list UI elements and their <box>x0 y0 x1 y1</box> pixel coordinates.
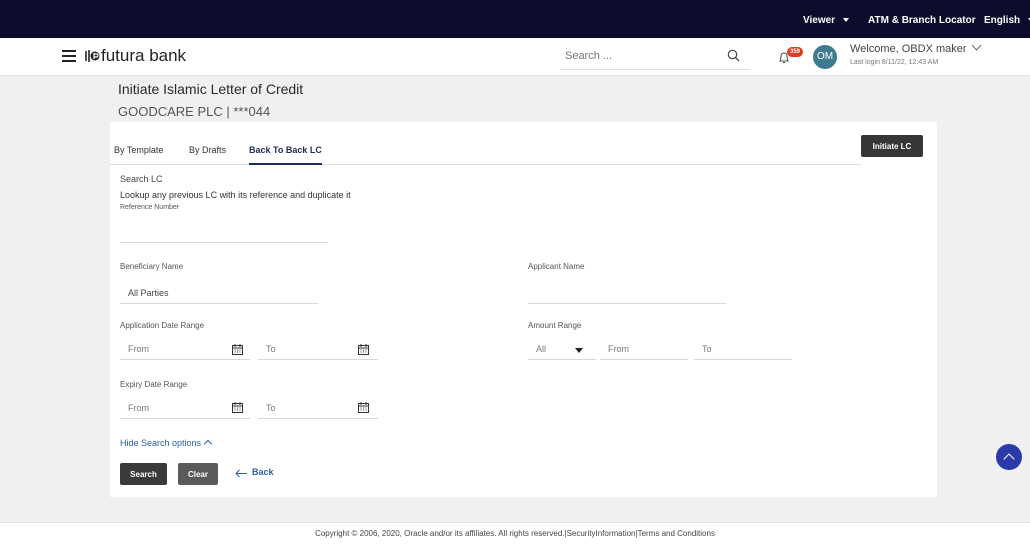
footer: Copyright © 2006, 2020, Oracle and/or it… <box>0 522 1030 545</box>
search-icon[interactable] <box>727 49 740 62</box>
language-label: English <box>984 15 1021 26</box>
viewer-dropdown[interactable]: Viewer <box>803 15 850 26</box>
beneficiary-name-label: Beneficiary Name <box>120 262 184 271</box>
calendar-icon[interactable] <box>232 344 243 355</box>
reference-number-field[interactable] <box>120 221 328 243</box>
top-bar: Viewer ATM & Branch Locator English <box>0 0 1030 38</box>
back-link[interactable]: Back <box>252 467 274 477</box>
welcome-text: Welcome, OBDX maker <box>850 43 967 55</box>
expiry-date-range-label: Expiry Date Range <box>120 380 188 389</box>
global-search <box>560 44 750 70</box>
applicant-name-field[interactable] <box>528 282 726 304</box>
last-login-text: Last login 8/11/22, 12:43 AM <box>850 59 939 66</box>
calendar-icon[interactable] <box>232 402 243 413</box>
currency-select[interactable]: All <box>528 338 596 360</box>
brand-name: futura bank <box>101 46 187 65</box>
amount-to-field[interactable]: To <box>694 338 792 360</box>
header: futura bank 359 OM Welcome, OBDX maker L… <box>0 38 1030 76</box>
hide-search-options-link[interactable]: Hide Search options <box>120 438 213 449</box>
beneficiary-name-field[interactable]: All Parties <box>120 282 318 304</box>
calendar-icon[interactable] <box>358 402 369 413</box>
tab-back-to-back-lc[interactable]: Back To Back LC <box>249 145 322 165</box>
scroll-to-top-button[interactable] <box>996 444 1022 470</box>
reference-number-label: Reference Number <box>120 204 180 211</box>
chevron-up-icon <box>1003 453 1015 465</box>
search-card: By Template By Drafts Back To Back LC In… <box>110 122 937 497</box>
notification-badge: 359 <box>787 47 804 57</box>
amount-from-field[interactable]: From <box>600 338 688 360</box>
chevron-down-icon <box>843 18 850 23</box>
viewer-label: Viewer <box>803 15 836 26</box>
arrow-left-icon[interactable] <box>235 469 248 478</box>
application-date-range-label: Application Date Range <box>120 321 205 330</box>
clear-button[interactable]: Clear <box>178 463 218 485</box>
chevron-down-icon <box>575 348 583 353</box>
tab-bar: By Template By Drafts Back To Back LC <box>110 122 861 165</box>
amount-range-label: Amount Range <box>528 321 582 330</box>
page-subtitle: GOODCARE PLC | ***044 <box>118 104 271 119</box>
search-description: Lookup any previous LC with its referenc… <box>120 190 351 200</box>
chevron-down-icon <box>971 40 982 51</box>
page-title: Initiate Islamic Letter of Credit <box>118 81 304 97</box>
search-button[interactable]: Search <box>120 463 167 485</box>
initiate-lc-button[interactable]: Initiate LC <box>861 135 923 157</box>
menu-icon[interactable] <box>62 50 76 62</box>
expiry-from-date-field[interactable]: From <box>120 397 250 419</box>
atm-branch-locator-link[interactable]: ATM & Branch Locator <box>868 15 976 26</box>
tab-by-drafts[interactable]: By Drafts <box>189 145 226 163</box>
avatar[interactable]: OM <box>813 45 837 69</box>
welcome-menu[interactable]: Welcome, OBDX maker <box>850 40 982 55</box>
search-lc-heading: Search LC <box>120 174 163 184</box>
hide-search-options-label: Hide Search options <box>120 438 202 448</box>
chevron-up-icon <box>203 439 213 449</box>
search-input[interactable] <box>565 44 715 68</box>
application-from-date-field[interactable]: From <box>120 338 250 360</box>
tab-by-template[interactable]: By Template <box>114 145 163 163</box>
bank-logo-icon <box>85 50 100 62</box>
calendar-icon[interactable] <box>358 344 369 355</box>
language-dropdown[interactable]: English <box>984 15 1030 26</box>
applicant-name-label: Applicant Name <box>528 262 585 271</box>
